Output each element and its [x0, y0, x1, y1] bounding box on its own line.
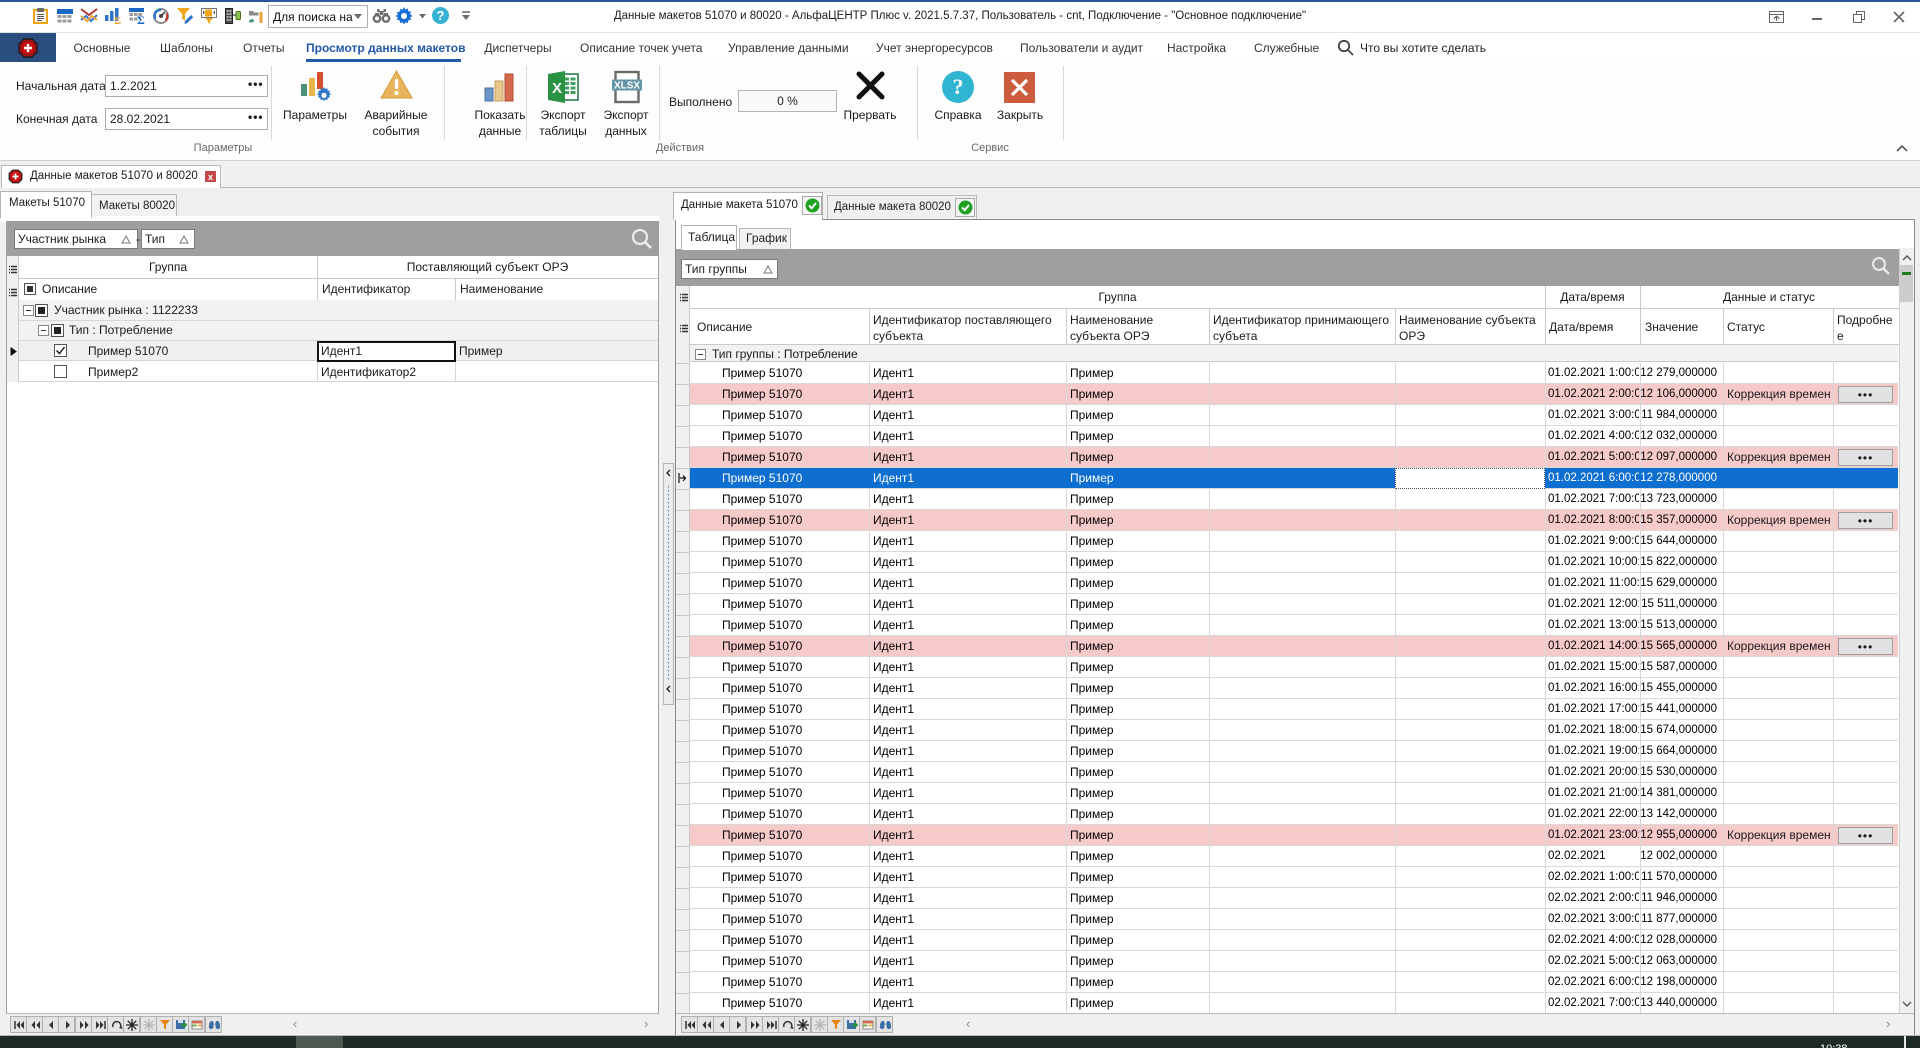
svg-text:X: X — [552, 80, 562, 97]
svg-text:10:38: 10:38 — [1820, 1043, 1848, 1048]
svg-text:XLSX: XLSX — [614, 81, 640, 92]
svg-text:Σ: Σ — [137, 13, 145, 27]
svg-text:Σ: Σ — [114, 15, 121, 27]
